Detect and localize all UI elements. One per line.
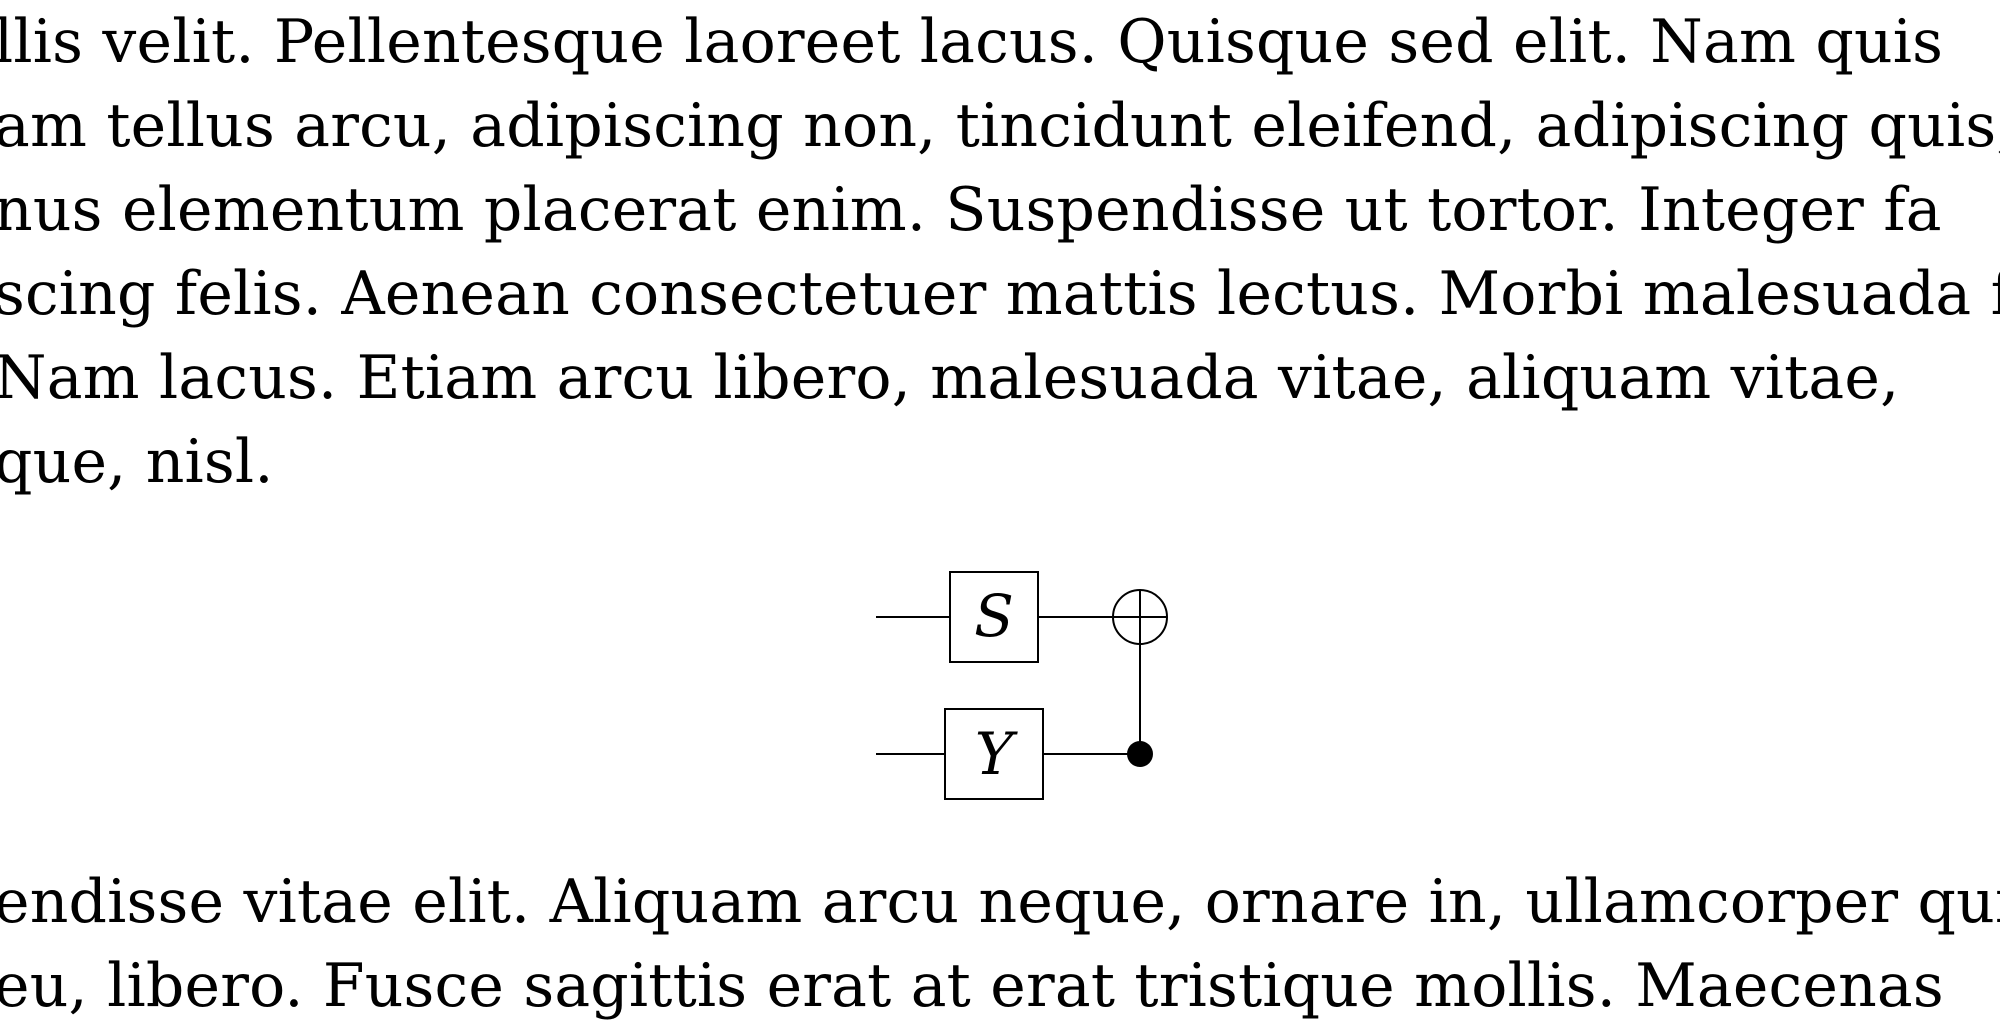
cnot-control-dot: [1127, 741, 1153, 767]
text-line: llis velit. Pellentesque laoreet lacus. …: [0, 7, 1944, 77]
text-line: que, nisl.: [0, 427, 274, 497]
text-line: nus elementum placerat enim. Suspendisse…: [0, 175, 1942, 245]
gate-y-label: Y: [975, 720, 1018, 788]
text-line: endisse vitae elit. Aliquam arcu neque, …: [0, 867, 2000, 937]
text-line: scing felis. Aenean consectetuer mattis …: [0, 259, 2000, 329]
text-line: eu, libero. Fusce sagittis erat at erat …: [0, 951, 1944, 1021]
quantum-circuit-diagram: S Y: [876, 571, 1168, 800]
text-line: Nam lacus. Etiam arcu libero, malesuada …: [0, 343, 1900, 413]
gate-s-label: S: [974, 582, 1014, 650]
text-line: am tellus arcu, adipiscing non, tincidun…: [0, 91, 2000, 161]
